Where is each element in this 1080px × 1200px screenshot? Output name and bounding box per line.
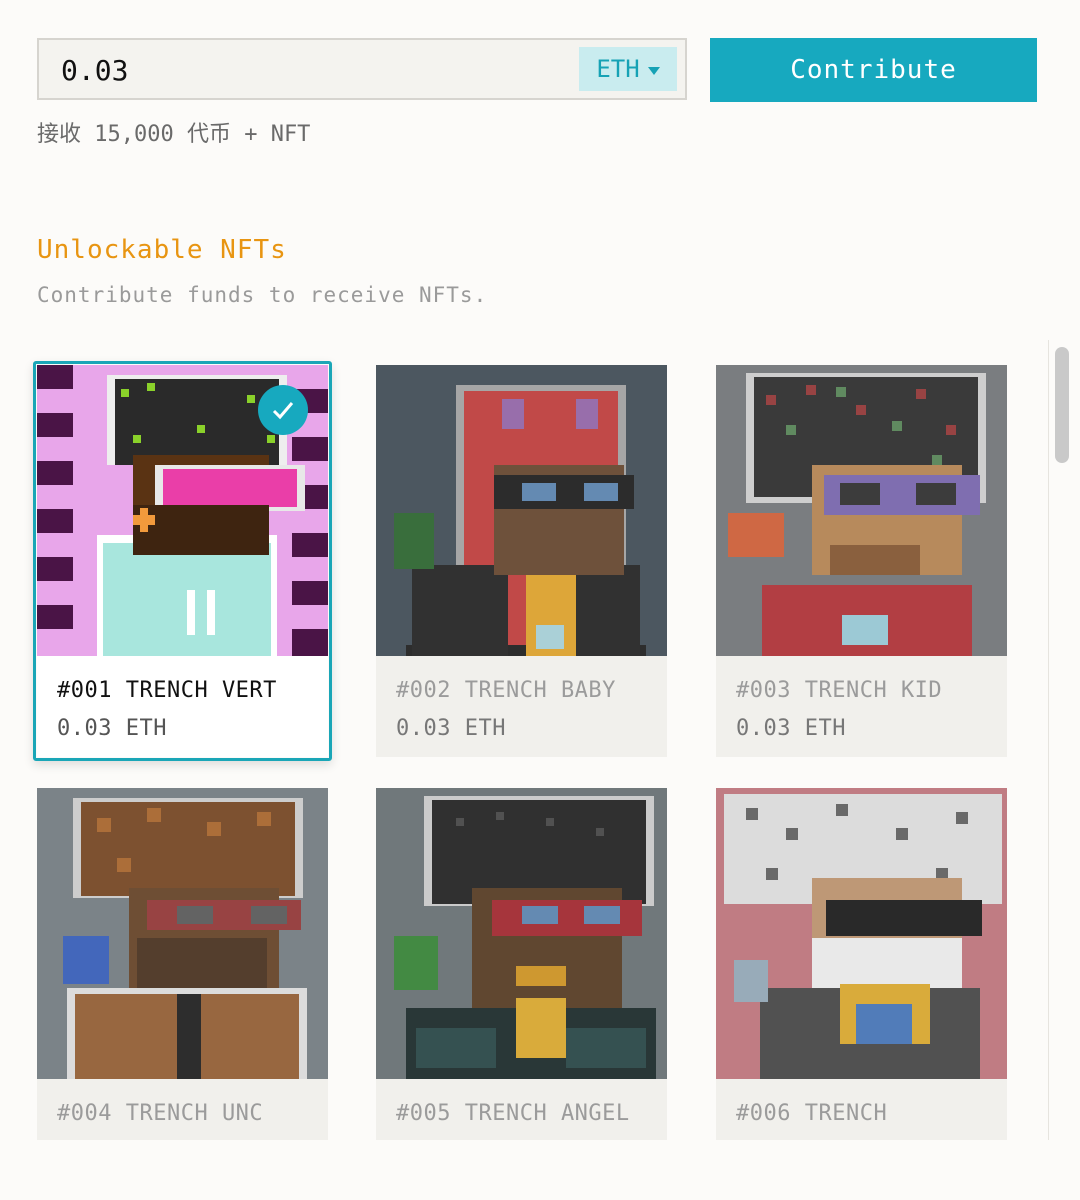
section-subtitle: Contribute funds to receive NFTs. <box>37 283 488 307</box>
nft-meta: #005 TRENCH ANGEL <box>376 1079 667 1140</box>
currency-label: ETH <box>596 55 640 83</box>
amount-value[interactable]: 0.03 <box>61 54 128 87</box>
nft-name: #005 TRENCH ANGEL <box>396 1101 630 1126</box>
nft-meta: #002 TRENCH BABY 0.03 ETH <box>376 656 667 757</box>
nft-name: #003 TRENCH KID <box>736 678 943 703</box>
nft-name: #004 TRENCH UNC <box>57 1101 264 1126</box>
nft-price: 0.03 ETH <box>396 716 506 741</box>
nft-card[interactable]: #004 TRENCH UNC <box>37 788 328 1140</box>
nft-card[interactable]: #003 TRENCH KID 0.03 ETH <box>716 365 1007 757</box>
nft-image <box>716 788 1007 1079</box>
nft-image <box>376 788 667 1079</box>
currency-select[interactable]: ETH <box>579 47 677 91</box>
amount-input[interactable]: 0.03 ETH <box>37 38 687 100</box>
nft-price: 0.03 ETH <box>736 716 846 741</box>
receive-summary: 接收 15,000 代币 + NFT <box>37 122 311 147</box>
nft-name: #006 TRENCH <box>736 1101 888 1126</box>
contribute-button[interactable]: Contribute <box>710 38 1037 102</box>
nft-card[interactable]: #006 TRENCH <box>716 788 1007 1140</box>
nft-meta: #001 TRENCH VERT 0.03 ETH <box>37 656 328 757</box>
nft-meta: #003 TRENCH KID 0.03 ETH <box>716 656 1007 757</box>
nft-meta: #006 TRENCH <box>716 1079 1007 1140</box>
nft-image <box>376 365 667 656</box>
nft-name: #002 TRENCH BABY <box>396 678 616 703</box>
nft-image <box>716 365 1007 656</box>
check-icon <box>258 385 308 435</box>
nft-card[interactable]: #002 TRENCH BABY 0.03 ETH <box>376 365 667 757</box>
nft-meta: #004 TRENCH UNC <box>37 1079 328 1140</box>
nft-card[interactable]: #005 TRENCH ANGEL <box>376 788 667 1140</box>
chevron-down-icon <box>647 66 660 75</box>
nft-name: #001 TRENCH VERT <box>57 678 277 703</box>
nft-price: 0.03 ETH <box>57 716 167 741</box>
scrollbar-thumb[interactable] <box>1055 347 1069 463</box>
section-title: Unlockable NFTs <box>37 235 287 265</box>
nft-image <box>37 788 328 1079</box>
